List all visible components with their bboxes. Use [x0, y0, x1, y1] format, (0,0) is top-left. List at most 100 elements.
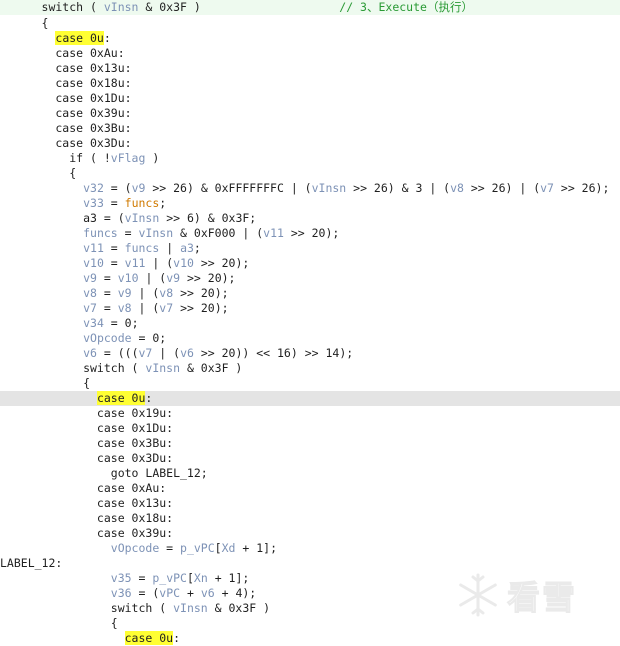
code-token: case 0x3Bu:	[0, 436, 174, 450]
code-comment: // 3、Execute（执行）	[339, 0, 473, 14]
code-line[interactable]: case 0x1Du:	[0, 421, 620, 436]
code-token: v7	[138, 346, 153, 360]
code-line[interactable]: {	[0, 16, 620, 31]
watermark: 看雪	[455, 565, 615, 625]
code-line[interactable]: funcs = vInsn & 0xF000 | (v11 >> 20);	[0, 226, 620, 241]
code-line[interactable]: v11 = funcs | a3;	[0, 241, 620, 256]
code-token: =	[96, 271, 118, 285]
code-token: = (	[96, 211, 125, 225]
code-token: vPC	[159, 586, 181, 600]
code-token: v9	[166, 271, 181, 285]
code-token: >> 20);	[283, 226, 340, 240]
code-token: >> 20);	[193, 256, 250, 270]
code-token: = (	[103, 181, 132, 195]
decompiler-code-view[interactable]: switch ( vInsn & 0x3F ) // 3、Execute（执行）…	[0, 0, 620, 646]
code-line[interactable]: case 0x1Du:	[0, 91, 620, 106]
code-token: ;	[159, 196, 167, 210]
code-line[interactable]: goto LABEL_12;	[0, 466, 620, 481]
code-token: vInsn	[103, 0, 139, 14]
code-line[interactable]: v9 = v10 | (v9 >> 20);	[0, 271, 620, 286]
code-line[interactable]: case 0x3Du:	[0, 136, 620, 151]
code-line[interactable]: v6 = (((v7 | (v6 >> 20)) << 16) >> 14);	[0, 346, 620, 361]
code-line[interactable]: case 0u:	[0, 391, 620, 406]
code-token: funcs	[124, 196, 160, 210]
code-token: & 0x3F )	[138, 0, 340, 14]
code-token: & 0x3F )	[180, 361, 243, 375]
code-token: v7	[540, 181, 554, 195]
code-token: p_vPC	[180, 541, 215, 555]
code-token: >> 26);	[553, 181, 610, 195]
code-line[interactable]: case 0x18u:	[0, 511, 620, 526]
code-token: =	[117, 226, 139, 240]
code-line[interactable]: case 0x39u:	[0, 106, 620, 121]
code-token: v8	[117, 301, 132, 315]
code-token: v10	[117, 271, 139, 285]
code-token: vInsn	[311, 181, 347, 195]
code-line[interactable]: case 0x3Bu:	[0, 121, 620, 136]
code-line[interactable]: case 0x3Bu:	[0, 436, 620, 451]
code-token: | (	[131, 286, 160, 300]
code-token: = (((	[96, 346, 139, 360]
code-token: a3	[180, 241, 194, 255]
code-token: vOpcode	[110, 541, 160, 555]
code-token: case 0x3Du:	[0, 136, 132, 150]
code-line[interactable]: case 0x18u:	[0, 76, 620, 91]
code-line[interactable]: case 0xAu:	[0, 481, 620, 496]
code-line[interactable]: switch ( vInsn & 0x3F ) // 3、Execute（执行）	[0, 0, 620, 15]
code-token: v9	[83, 271, 97, 285]
code-token: = 0;	[103, 316, 139, 330]
code-line[interactable]: v32 = (v9 >> 26) & 0xFFFFFFFC | (vInsn >…	[0, 181, 620, 196]
code-token: switch (	[0, 361, 146, 375]
code-token: v11	[83, 241, 104, 255]
code-line[interactable]: v34 = 0;	[0, 316, 620, 331]
code-token: case 0x18u:	[0, 511, 174, 525]
code-line[interactable]: v33 = funcs;	[0, 196, 620, 211]
code-line[interactable]: vOpcode = p_vPC[Xd + 1];	[0, 541, 620, 556]
code-token: LABEL_12:	[0, 556, 63, 570]
code-line[interactable]: {	[0, 376, 620, 391]
code-token: v11	[124, 256, 146, 270]
code-line[interactable]: case 0x39u:	[0, 526, 620, 541]
code-token: case 0x18u:	[0, 76, 132, 90]
code-line[interactable]: case 0xAu:	[0, 46, 620, 61]
code-token: >> 26) & 3 | (	[346, 181, 451, 195]
code-token: >> 20);	[180, 271, 236, 285]
code-line[interactable]: switch ( vInsn & 0x3F )	[0, 361, 620, 376]
code-line[interactable]: vOpcode = 0;	[0, 331, 620, 346]
code-line[interactable]: v10 = v11 | (v10 >> 20);	[0, 256, 620, 271]
code-token: vInsn	[145, 361, 181, 375]
code-token: case 0x1Du:	[0, 91, 132, 105]
code-line[interactable]: case 0u:	[0, 31, 620, 46]
code-token: >> 20);	[173, 301, 229, 315]
code-line[interactable]: case 0u:	[0, 631, 620, 646]
code-line[interactable]: case 0x13u:	[0, 496, 620, 511]
code-line[interactable]: if ( !vFlag )	[0, 151, 620, 166]
code-token: funcs	[83, 226, 118, 240]
code-token: | (	[145, 256, 174, 270]
code-line[interactable]: {	[0, 166, 620, 181]
code-line[interactable]: case 0x3Du:	[0, 451, 620, 466]
code-token: v11	[263, 226, 284, 240]
code-line[interactable]: case 0x13u:	[0, 61, 620, 76]
code-token: vOpcode	[83, 331, 132, 345]
code-token: v6	[180, 346, 194, 360]
code-token: =	[131, 571, 153, 585]
code-token: case 0x3Du:	[0, 451, 174, 465]
highlighted-token: case 0u	[96, 391, 146, 405]
code-token: {	[0, 616, 118, 630]
code-line[interactable]: v8 = v9 | (v8 >> 20);	[0, 286, 620, 301]
code-line[interactable]: case 0x19u:	[0, 406, 620, 421]
code-line[interactable]: a3 = (vInsn >> 6) & 0x3F;	[0, 211, 620, 226]
code-token: Xd	[221, 541, 236, 555]
code-line[interactable]: v7 = v8 | (v7 >> 20);	[0, 301, 620, 316]
code-token: =	[103, 196, 125, 210]
